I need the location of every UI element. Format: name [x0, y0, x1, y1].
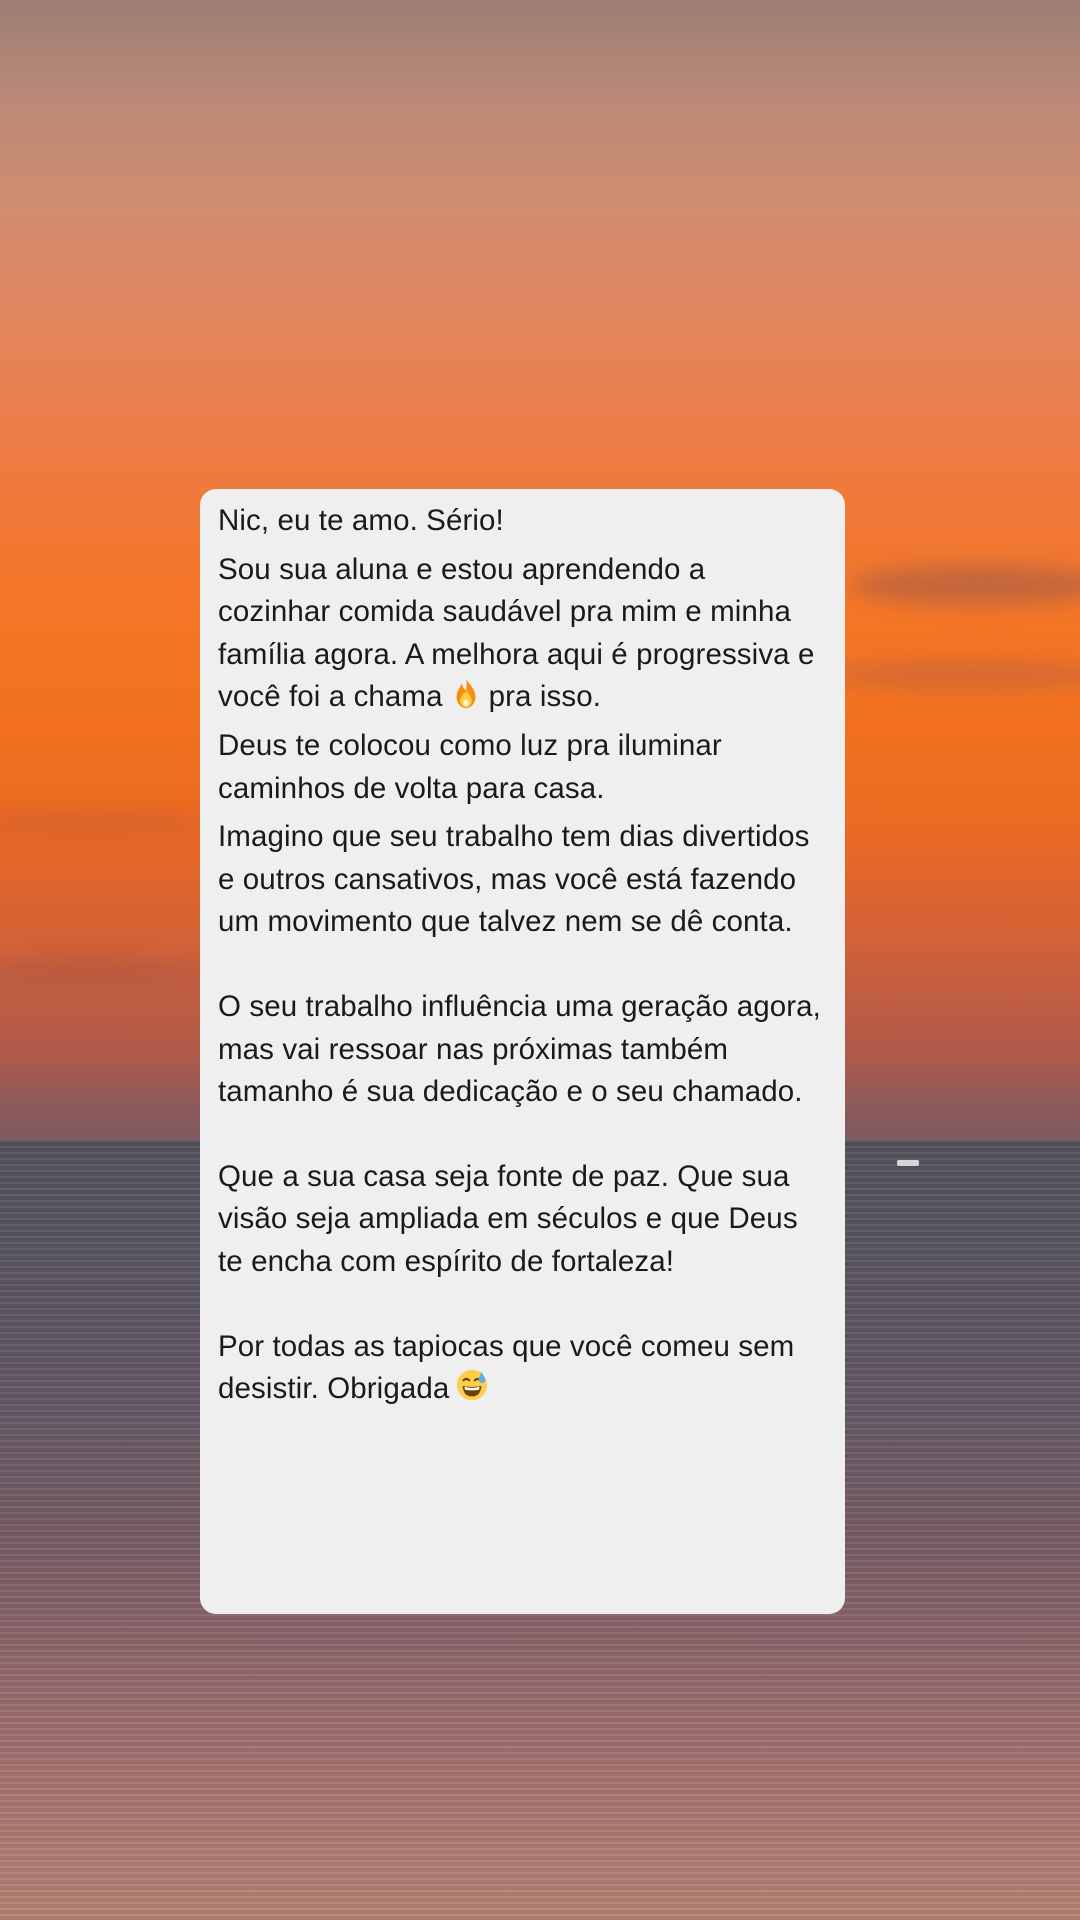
grinning-sweat-emoji-icon: [457, 1369, 488, 1401]
message-paragraph-work: Imagino que seu trabalho tem dias divert…: [218, 820, 810, 939]
message-paragraph-thanks: Por todas as tapiocas que você comeu sem…: [218, 1326, 823, 1411]
message-paragraph-student: Sou sua aluna e estou aprendendo a cozin…: [218, 549, 823, 719]
distant-boat: [897, 1160, 919, 1166]
fire-emoji-icon: [456, 678, 476, 709]
message-card: Nic, eu te amo. Sério! Sou sua aluna e e…: [200, 489, 845, 1614]
message-paragraph-greeting: Nic, eu te amo. Sério!: [218, 504, 504, 537]
message-paragraph-light: Deus te colocou como luz pra iluminar ca…: [218, 728, 722, 805]
message-paragraph-influence: O seu trabalho influência uma geração ag…: [218, 989, 821, 1109]
message-text: pra isso.: [488, 680, 601, 714]
story-screen: Nic, eu te amo. Sério! Sou sua aluna e e…: [0, 0, 1080, 1920]
message-paragraph-blessing: Que a sua casa seja fonte de paz. Que su…: [218, 1159, 798, 1278]
message-text: Por todas as tapiocas que você comeu sem…: [218, 1329, 795, 1406]
